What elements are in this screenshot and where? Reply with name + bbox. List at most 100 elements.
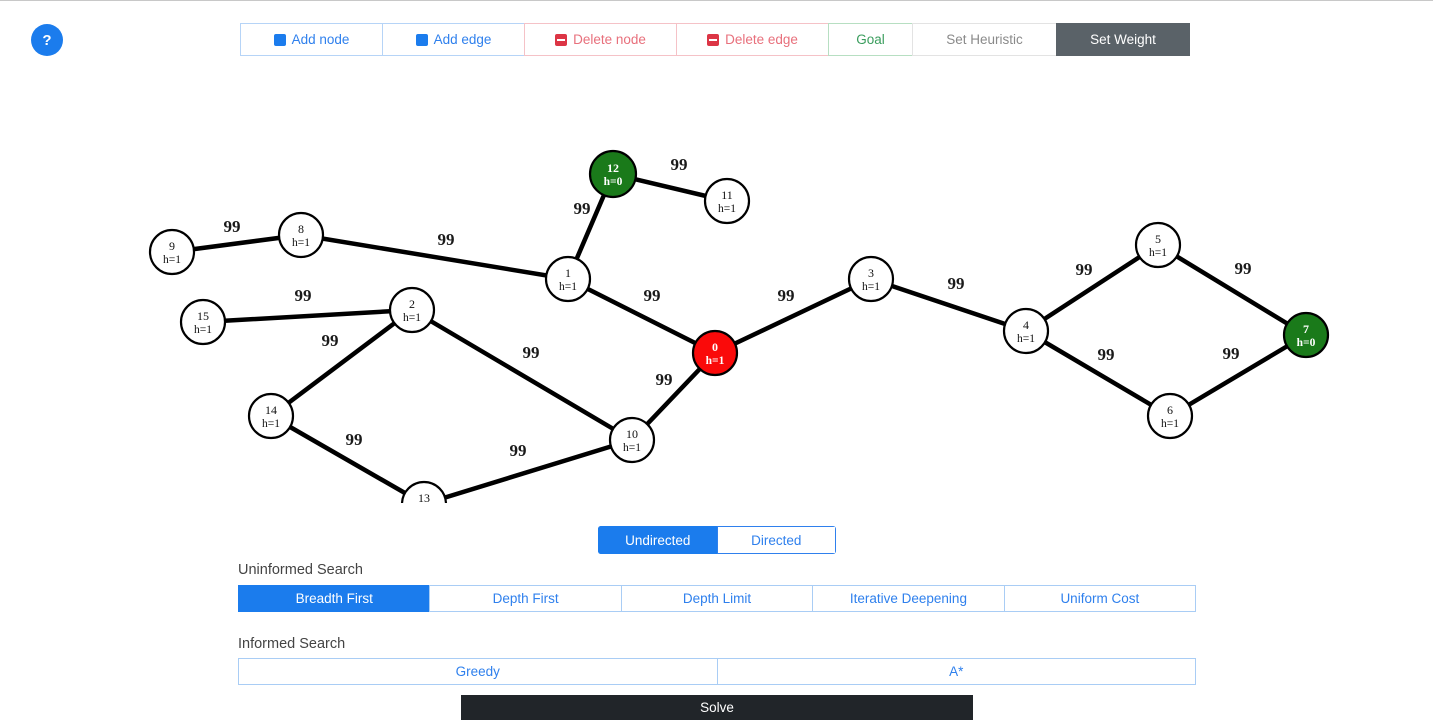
toolbar-button-set-heuristic[interactable]: Set Heuristic (912, 23, 1056, 56)
node-heuristic-label: h=1 (194, 324, 212, 336)
graph-edge[interactable] (1155, 242, 1309, 338)
graph-edge[interactable] (565, 276, 718, 356)
node-heuristic-label: h=1 (862, 281, 880, 293)
node-heuristic-label: h=1 (163, 254, 181, 266)
uninformed-search-option-label: Depth First (492, 591, 559, 606)
graph-edge[interactable] (409, 307, 635, 443)
edges-layer (169, 171, 1309, 503)
toolbar-button-set-weight[interactable]: Set Weight (1056, 23, 1190, 56)
uninformed-search-option-iterative-deepening[interactable]: Iterative Deepening (812, 585, 1004, 612)
help-button[interactable]: ? (31, 24, 63, 56)
toolbar-button-add-node[interactable]: Add node (240, 23, 382, 56)
node-id-label: 11 (721, 188, 733, 202)
edge-weight-label[interactable]: 99 (1098, 345, 1115, 364)
graph-edge[interactable] (1023, 328, 1173, 419)
edge-weight-label[interactable]: 99 (322, 331, 339, 350)
graph-edge[interactable] (268, 307, 415, 419)
edge-weight-label[interactable]: 99 (1223, 344, 1240, 363)
toolbar-button-goal[interactable]: Goal (828, 23, 912, 56)
toolbar-button-label: Add node (291, 32, 350, 47)
red-minus-square-icon (707, 33, 720, 46)
toolbar-button-delete-edge[interactable]: Delete edge (676, 23, 828, 56)
node-id-label: 14 (265, 403, 277, 417)
graph-node[interactable]: 15h=1 (179, 298, 227, 346)
edge-weight-label[interactable]: 99 (656, 370, 673, 389)
edge-weight-label[interactable]: 99 (948, 274, 965, 293)
solve-button-label: Solve (700, 700, 734, 715)
toolbar-button-label: Set Weight (1090, 32, 1156, 47)
uninformed-search-option-uniform-cost[interactable]: Uniform Cost (1003, 585, 1197, 612)
direction-option-undirected[interactable]: Undirected (598, 526, 717, 554)
graph-edge[interactable] (1023, 242, 1161, 334)
red-minus-square-icon (555, 33, 568, 46)
graph-node[interactable]: 9h=1 (148, 228, 196, 276)
informed-search-label: Informed Search (238, 636, 346, 652)
blue-square-icon (273, 33, 286, 46)
graph-node[interactable]: 5h=1 (1134, 221, 1182, 269)
uninformed-search-option-depth-first[interactable]: Depth First (429, 585, 621, 612)
node-id-label: 7 (1303, 322, 1309, 336)
graph-node[interactable]: 6h=1 (1146, 392, 1194, 440)
direction-option-label: Undirected (625, 532, 691, 548)
graph-node[interactable]: 0h=1 (691, 329, 739, 377)
graph-node[interactable]: 7h=0 (1282, 311, 1330, 359)
uninformed-search-option-label: Depth Limit (682, 591, 752, 606)
app-root: ? Add node Add edge Delete node Delete edge… (0, 0, 1433, 724)
solve-button[interactable]: Solve (461, 695, 973, 720)
node-heuristic-label: h=1 (623, 442, 641, 454)
informed-search-option-label: Greedy (455, 664, 500, 679)
toolbar-button-label: Goal (856, 32, 885, 47)
node-id-label: 12 (607, 161, 619, 175)
uninformed-search-option-label: Uniform Cost (1060, 591, 1140, 606)
graph-node[interactable]: 14h=1 (247, 392, 295, 440)
graph-canvas[interactable]: 99 99 99 99 99 99 99 99 99 99 99 99 99 99 99 99 99 0 h=1 1… (0, 63, 1433, 503)
graph-node[interactable]: 13h=1 (400, 480, 448, 503)
question-mark-icon: ? (42, 31, 52, 49)
graph-node[interactable]: 2h=1 (388, 286, 436, 334)
edge-weight-label[interactable]: 99 (438, 230, 455, 249)
blue-square-icon (415, 33, 428, 46)
edge-weight-label[interactable]: 99 (574, 199, 591, 218)
graph-node[interactable]: 12h=0 (588, 149, 638, 199)
uninformed-search-label: Uninformed Search (238, 562, 363, 578)
toolbar-button-delete-node[interactable]: Delete node (524, 23, 676, 56)
node-heuristic-label: h=1 (403, 312, 421, 324)
edge-weight-label[interactable]: 99 (644, 286, 661, 305)
edge-weight-label[interactable]: 99 (224, 217, 241, 236)
node-id-label: 5 (1155, 232, 1161, 246)
graph-edge[interactable] (298, 232, 571, 282)
graph-direction-toggle: Undirected Directed (598, 526, 836, 554)
graph-node[interactable]: 3h=1 (847, 255, 895, 303)
graph-node[interactable]: 4h=1 (1002, 307, 1050, 355)
node-heuristic-label: h=1 (718, 203, 736, 215)
node-heuristic-label: h=1 (292, 237, 310, 249)
edge-weight-label[interactable]: 99 (1235, 259, 1252, 278)
direction-option-directed[interactable]: Directed (716, 526, 836, 554)
informed-search-option-label: A* (949, 664, 964, 679)
uninformed-search-option-depth-limit[interactable]: Depth Limit (620, 585, 813, 612)
uninformed-search-option-label: Breadth First (295, 591, 373, 606)
edge-weight-label[interactable]: 99 (510, 441, 527, 460)
node-id-label: 8 (298, 222, 304, 236)
edge-weight-label[interactable]: 99 (1076, 260, 1093, 279)
edge-weight-label[interactable]: 99 (671, 155, 688, 174)
edge-weight-label[interactable]: 99 (295, 286, 312, 305)
edge-weight-label[interactable]: 99 (778, 286, 795, 305)
graph-svg[interactable]: 99 99 99 99 99 99 99 99 99 99 99 99 99 99 99 99 99 0h=1 1… (0, 63, 1433, 503)
edge-weight-label[interactable]: 99 (346, 430, 363, 449)
toolbar-button-label: Set Heuristic (946, 32, 1023, 47)
graph-node[interactable]: 11h=1 (703, 177, 751, 225)
uninformed-search-option-breadth-first[interactable]: Breadth First (238, 585, 430, 612)
graph-node[interactable]: 10h=1 (608, 416, 656, 464)
edge-weight-label[interactable]: 99 (523, 343, 540, 362)
toolbar-button-add-edge[interactable]: Add edge (382, 23, 524, 56)
graph-edge[interactable] (200, 307, 415, 325)
graph-node[interactable]: 8h=1 (277, 211, 325, 259)
node-heuristic-label: h=1 (262, 418, 280, 430)
informed-search-option-greedy[interactable]: Greedy (238, 658, 717, 685)
graph-node[interactable]: 1h=1 (544, 255, 592, 303)
node-id-label: 3 (868, 266, 874, 280)
graph-edge[interactable] (421, 437, 635, 503)
node-id-label: 10 (626, 427, 638, 441)
informed-search-option-a[interactable]: A* (716, 658, 1196, 685)
